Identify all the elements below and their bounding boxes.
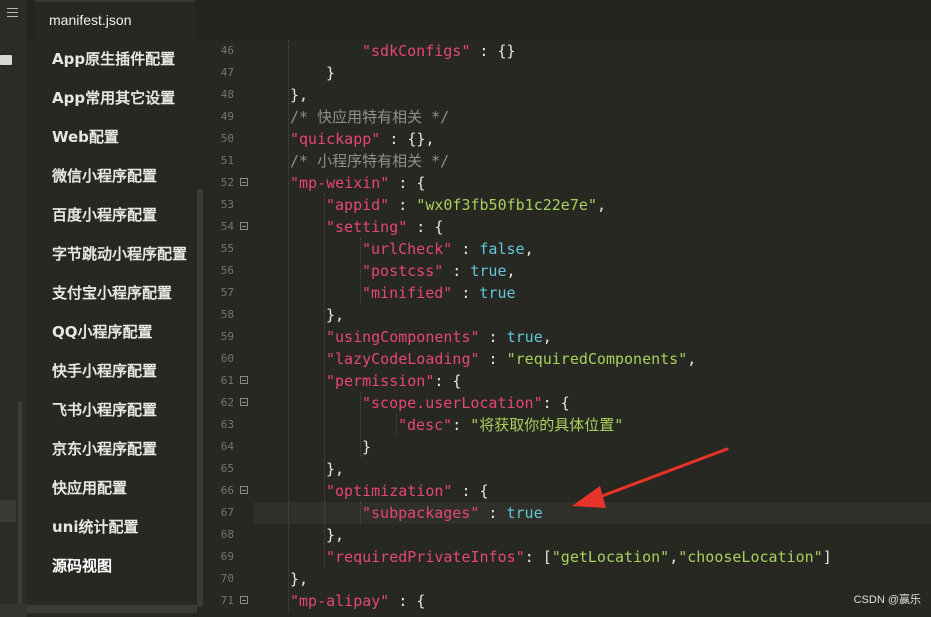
annotation-arrow — [572, 447, 729, 508]
watermark: CSDN @赢乐 — [853, 594, 921, 606]
